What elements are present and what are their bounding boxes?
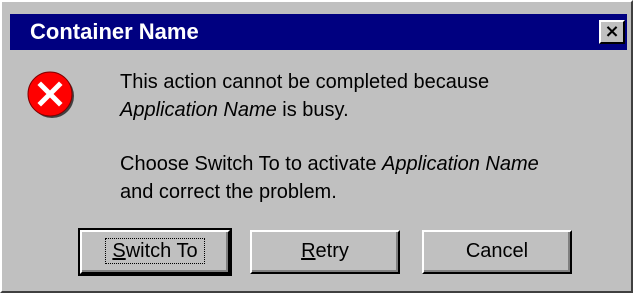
switch-to-mnemonic: S [112, 240, 126, 262]
message-line-2-rest: is busy. [276, 99, 349, 121]
message-paragraph-2: Choose Switch To to activate Application… [120, 150, 620, 206]
switch-to-button[interactable]: Switch To [78, 228, 232, 276]
message-line-4: and correct the problem. [120, 181, 337, 203]
error-icon [27, 71, 74, 118]
close-icon: × [604, 21, 620, 42]
message-paragraph-1: This action cannot be completed because … [120, 68, 620, 124]
error-dialog: Container Name × This action cannot be c… [0, 0, 633, 293]
window-title: Container Name [30, 19, 199, 44]
message-line-3-prefix: Choose Switch To to activate [120, 153, 382, 175]
cancel-label: Cancel [465, 240, 529, 262]
focus-rect: Switch To [105, 238, 205, 264]
title-bar[interactable]: Container Name × [10, 14, 627, 50]
retry-label: etry [315, 240, 349, 262]
retry-button[interactable]: Retry [250, 230, 400, 274]
cancel-button[interactable]: Cancel [422, 230, 572, 274]
message-line-1: This action cannot be completed because [120, 71, 490, 93]
message-text: This action cannot be completed because … [120, 68, 620, 206]
application-name-2: Application Name [382, 153, 539, 175]
switch-to-label: witch To [125, 240, 198, 262]
retry-mnemonic: R [301, 240, 316, 262]
application-name: Application Name [120, 99, 277, 121]
close-button[interactable]: × [599, 20, 625, 44]
